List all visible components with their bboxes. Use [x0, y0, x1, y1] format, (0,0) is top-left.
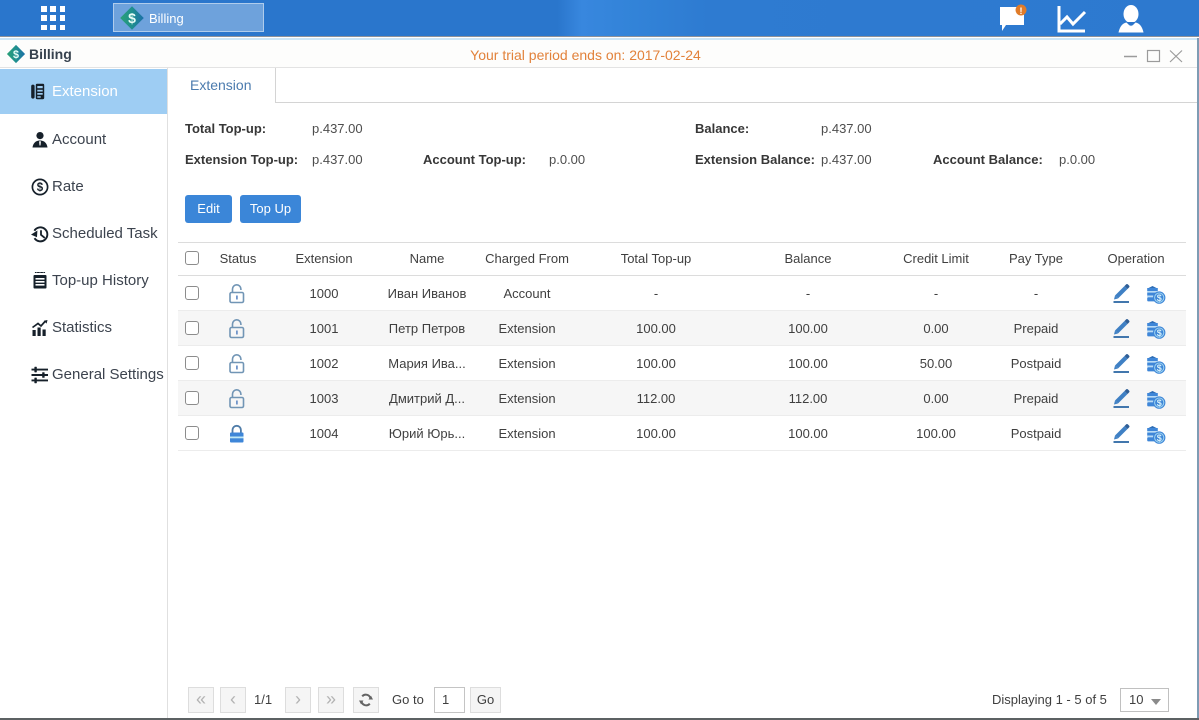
svg-text:$: $	[1157, 293, 1162, 303]
svg-text:$: $	[1157, 398, 1162, 408]
svg-text:$: $	[37, 182, 44, 194]
svg-text:!: !	[1020, 6, 1023, 16]
svg-text:$: $	[1157, 363, 1162, 373]
svg-text:$: $	[1157, 328, 1162, 338]
svg-text:$: $	[1157, 433, 1162, 443]
svg-text:$: $	[128, 10, 136, 26]
